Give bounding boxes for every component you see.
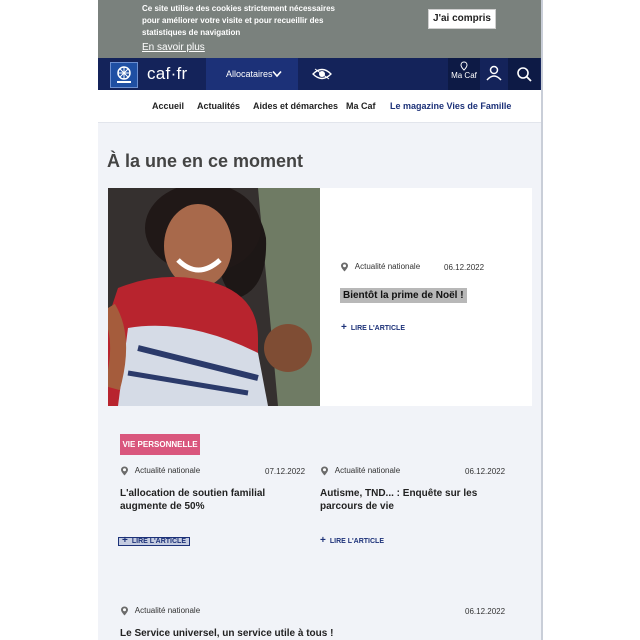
featured-category: Actualité nationale [340, 262, 420, 272]
main-menu: Accueil Actualités Aides et démarches Ma… [98, 90, 542, 123]
featured-category-label: Actualité nationale [354, 262, 421, 272]
article-3-date: 06.12.2022 [465, 607, 506, 616]
location-pin-icon [321, 466, 328, 476]
accessibility-eye-icon[interactable] [312, 67, 332, 81]
article-2-category: Actualité nationale [320, 466, 400, 476]
ma-caf-button[interactable]: Ma Caf [448, 58, 480, 90]
republique-francaise-logo-icon[interactable] [110, 62, 138, 88]
location-pin-icon [341, 262, 348, 272]
caf-brand-logo[interactable]: caf·fr [147, 64, 188, 84]
featured-article-title[interactable]: Bientôt la prime de Noël ! [340, 288, 467, 303]
plus-icon: + [320, 535, 326, 546]
article-2-title[interactable]: Autisme, TND... : Enquête sur les parcou… [320, 487, 510, 513]
allocataires-label: Allocataires [226, 69, 273, 79]
ma-caf-label: Ma Caf [451, 71, 477, 80]
user-account-icon[interactable] [482, 58, 506, 90]
article-1-category: Actualité nationale [120, 466, 200, 476]
article-3-title[interactable]: Le Service universel, un service utile à… [120, 627, 420, 640]
location-pin-icon [460, 61, 468, 71]
read-article-label: LIRE L'ARTICLE [350, 325, 406, 332]
article-1-category-label: Actualité nationale [134, 466, 201, 476]
page-frame: Ce site utilise des cookies strictement … [98, 0, 542, 640]
article-1-date: 07.12.2022 [265, 467, 306, 476]
article-1-read-article-link[interactable]: + LIRE L'ARTICLE [118, 535, 191, 546]
article-2-category-label: Actualité nationale [334, 466, 401, 476]
menu-item-accueil[interactable]: Accueil [152, 101, 184, 111]
article-3-category: Actualité nationale [120, 606, 200, 616]
cookie-learn-more-link[interactable]: En savoir plus [142, 42, 205, 53]
scrollbar-edge [541, 0, 543, 640]
article-2-read-article-link[interactable]: + LIRE L'ARTICLE [320, 535, 384, 546]
menu-item-ma-caf[interactable]: Ma Caf [346, 101, 376, 111]
featured-read-article-link[interactable]: + LIRE L'ARTICLE [341, 322, 405, 333]
menu-item-actualites[interactable]: Actualités [197, 101, 240, 111]
search-icon[interactable] [508, 58, 540, 90]
article-1-title[interactable]: L'allocation de soutien familial augment… [120, 487, 310, 513]
article-3-category-label: Actualité nationale [134, 606, 201, 616]
plus-icon: + [341, 322, 347, 333]
allocataires-dropdown[interactable]: Allocataires [206, 58, 298, 90]
cookie-text: Ce site utilise des cookies strictement … [142, 4, 335, 37]
section-heading: À la une en ce moment [107, 151, 304, 171]
article-2-date: 06.12.2022 [465, 467, 506, 476]
location-pin-icon [121, 606, 128, 616]
plus-icon: + [122, 535, 128, 546]
cookie-accept-button[interactable]: J'ai compris [428, 9, 496, 29]
featured-article-photo [108, 188, 320, 406]
cookie-banner: Ce site utilise des cookies strictement … [98, 0, 542, 58]
vie-personnelle-tag[interactable]: VIE PERSONNELLE [120, 434, 200, 455]
featured-article-card[interactable]: Actualité nationale 06.12.2022 Bientôt l… [108, 188, 532, 406]
chevron-down-icon [272, 70, 282, 78]
read-article-label: LIRE L'ARTICLE [131, 538, 187, 545]
top-navbar: caf·fr Allocataires Ma Caf [98, 58, 542, 90]
read-article-label: LIRE L'ARTICLE [329, 538, 385, 545]
location-pin-icon [121, 466, 128, 476]
menu-item-magazine[interactable]: Le magazine Vies de Famille [390, 101, 511, 111]
featured-date: 06.12.2022 [444, 263, 485, 272]
menu-item-aides-demarches[interactable]: Aides et démarches [253, 101, 338, 111]
